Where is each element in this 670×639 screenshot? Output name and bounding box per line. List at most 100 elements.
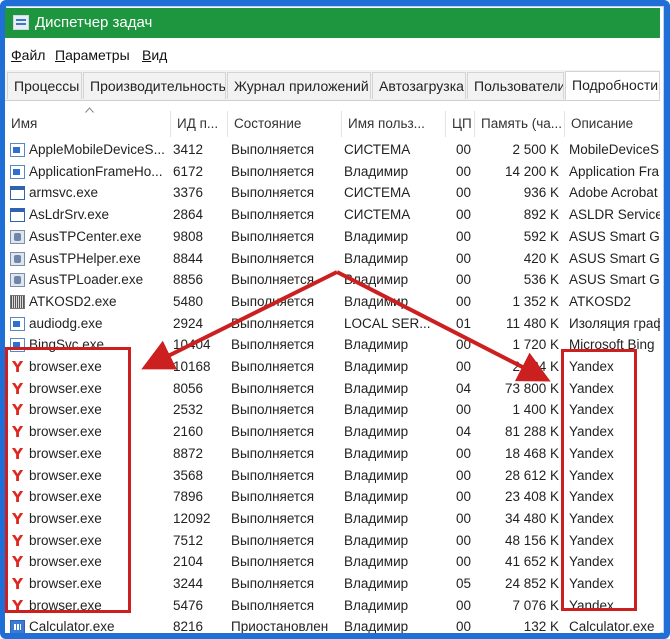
process-status: Выполняется (231, 532, 315, 548)
process-user: Владимир (344, 163, 409, 179)
process-memory: 936 K (523, 185, 559, 201)
process-user: СИСТЕМА (344, 185, 411, 201)
process-name: armsvc.exe (29, 185, 99, 201)
tab-processes[interactable]: Процессы (7, 72, 82, 99)
process-cpu: 00 (455, 359, 471, 374)
table-row[interactable]: ApplicationFrameHo... 6172 Выполняется Влад… (5, 162, 660, 184)
process-cpu: 00 (455, 228, 471, 244)
column-header-status[interactable]: Состояние (228, 111, 342, 137)
process-cpu: 00 (455, 510, 471, 526)
process-cpu: 00 (455, 597, 471, 613)
process-cpu: 00 (455, 619, 471, 633)
process-user: Владимир (344, 445, 409, 461)
process-user: LOCAL SER... (344, 315, 431, 331)
process-name: AsLdrSrv.exe (29, 207, 110, 223)
column-header-memory[interactable]: Память (ча... (475, 111, 565, 137)
menu-options[interactable]: Параметры (55, 47, 130, 63)
process-name: AsusTPHelper.exe (29, 250, 141, 266)
highlight-box-yandex-descriptions (561, 349, 637, 611)
process-cpu: 00 (455, 272, 471, 288)
process-cpu: 00 (455, 185, 471, 201)
process-status: Выполняется (231, 554, 315, 570)
process-memory: 28 612 K (504, 467, 559, 483)
table-row[interactable]: armsvc.exe 3376 Выполняется СИСТЕМА 00 936 K A… (5, 183, 660, 205)
process-pid: 8056 (173, 380, 204, 396)
process-memory: 48 156 K (504, 532, 559, 548)
process-pid: 2864 (173, 207, 204, 223)
process-memory: 81 288 K (504, 424, 559, 440)
table-row[interactable]: AsusTPHelper.exe 8844 Выполняется Владимир 0… (5, 249, 660, 271)
column-header-pid[interactable]: ИД п... (171, 111, 228, 137)
menu-file[interactable]: Файл (11, 47, 45, 63)
process-cpu: 00 (455, 142, 471, 157)
table-row[interactable]: ATKOSD2.exe 5480 Выполняется Владимир 00 1 35… (5, 292, 660, 314)
process-memory: 24 852 K (504, 576, 559, 591)
process-status: Выполняется (231, 424, 315, 440)
process-memory: 2 524 K (512, 359, 559, 374)
process-cpu: 04 (455, 380, 471, 396)
process-user: Владимир (344, 554, 409, 570)
process-status: Выполняется (231, 228, 315, 244)
process-status: Выполняется (231, 272, 315, 288)
process-name: AsusTPCenter.exe (29, 228, 142, 244)
tab-startup[interactable]: Автозагрузка (372, 72, 466, 99)
process-status: Приостановлен (231, 619, 329, 633)
process-description: ATKOSD2 (569, 293, 632, 309)
tab-details[interactable]: Подробности (565, 71, 660, 100)
table-row[interactable]: audiodg.exe 2924 Выполняется LOCAL SER... 01… (5, 314, 660, 336)
table-row[interactable]: AsusTPLoader.exe 8856 Выполняется Владимир 0… (5, 270, 660, 292)
process-memory: 132 K (523, 619, 559, 633)
calculator-icon (10, 620, 25, 633)
process-user: Владимир (344, 359, 409, 374)
process-name: ATKOSD2.exe (29, 293, 117, 309)
process-pid: 3244 (173, 576, 204, 591)
process-description: ASLDR Service (569, 207, 660, 223)
process-user: Владимир (344, 272, 409, 288)
process-user: СИСТЕМА (344, 207, 411, 223)
table-row[interactable]: AppleMobileDeviceS... 3412 Выполняется СИСТ… (5, 140, 660, 162)
process-user: Владимир (344, 424, 409, 440)
process-pid: 12092 (173, 510, 211, 526)
process-pid: 2160 (173, 424, 204, 440)
highlight-box-browser-names (5, 347, 131, 613)
menu-view[interactable]: Вид (142, 47, 167, 63)
process-cpu: 00 (455, 402, 471, 418)
tab-performance[interactable]: Производительность (83, 72, 226, 99)
tab-app-history[interactable]: Журнал приложений (227, 72, 371, 99)
table-row[interactable]: AsLdrSrv.exe 2864 Выполняется СИСТЕМА 00 892 … (5, 205, 660, 227)
column-header-description[interactable]: Описание (565, 111, 660, 137)
process-status: Выполняется (231, 315, 315, 331)
process-cpu: 00 (455, 337, 471, 353)
column-header-cpu[interactable]: ЦП (446, 111, 475, 137)
process-pid: 3376 (173, 185, 204, 201)
process-name: ApplicationFrameHo... (29, 163, 163, 179)
table-row[interactable]: Calculator.exe 8216 Приостановлен Владимир 0… (5, 617, 660, 633)
process-memory: 7 076 K (512, 597, 559, 613)
asus-icon (10, 251, 25, 266)
process-status: Выполняется (231, 380, 315, 396)
process-user: СИСТЕМА (344, 142, 411, 157)
process-cpu: 00 (455, 532, 471, 548)
process-name: audiodg.exe (29, 315, 103, 331)
process-description: ASUS Smart Ge (569, 250, 660, 266)
process-memory: 14 200 K (504, 163, 559, 179)
process-pid: 8844 (173, 250, 204, 266)
process-cpu: 00 (455, 467, 471, 483)
process-status: Выполняется (231, 445, 315, 461)
column-header-user[interactable]: Имя польз... (342, 111, 446, 137)
process-pid: 2104 (173, 554, 204, 570)
process-pid: 10168 (173, 359, 211, 374)
process-pid: 8216 (173, 619, 204, 633)
atk-icon (10, 294, 25, 309)
title-bar[interactable]: Диспетчер задач (5, 8, 660, 38)
process-description: ASUS Smart Ge (569, 272, 660, 288)
tab-users[interactable]: Пользователи (467, 72, 564, 99)
column-header-name[interactable]: Имя (5, 111, 171, 137)
app-icon (10, 143, 25, 157)
process-status: Выполняется (231, 359, 315, 374)
process-user: Владимир (344, 597, 409, 613)
process-memory: 18 468 K (504, 445, 559, 461)
process-user: Владимир (344, 532, 409, 548)
table-row[interactable]: AsusTPCenter.exe 9808 Выполняется Владимир 0… (5, 227, 660, 249)
process-status: Выполняется (231, 510, 315, 526)
